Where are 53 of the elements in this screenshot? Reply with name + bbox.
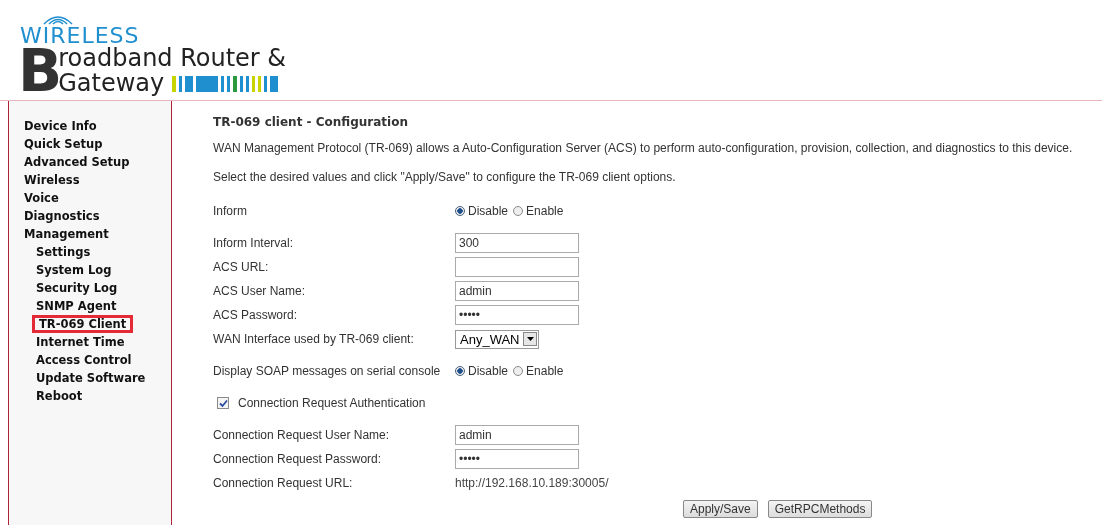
sidebar-item[interactable]: TR-069 Client (32, 315, 134, 333)
sidebar-item[interactable]: System Log (35, 261, 113, 279)
password-field[interactable]: ••••• (455, 449, 579, 469)
logo-subtitle-text: Gateway (58, 71, 165, 96)
field-label: Connection Request Password: (213, 452, 383, 466)
sidebar-item[interactable]: Settings (35, 243, 92, 261)
radio-button[interactable] (513, 366, 524, 376)
radio-button[interactable] (455, 366, 465, 376)
field-label: Inform (213, 204, 248, 218)
checkbox-label: Connection Request Authentication (238, 396, 426, 410)
radio-label: Disable (468, 364, 509, 378)
radio-label: Disable (468, 204, 509, 218)
sidebar-item[interactable]: Wireless (23, 171, 81, 189)
logo-initial: B (18, 46, 59, 96)
input-field[interactable]: 300 (455, 233, 579, 253)
checkbox[interactable] (217, 397, 229, 409)
sidebar-item[interactable]: Management (23, 225, 110, 243)
sidebar-item[interactable]: Security Log (35, 279, 119, 297)
input-field[interactable]: admin (455, 425, 579, 445)
radio-button[interactable] (455, 206, 465, 216)
radio-label: Enable (526, 204, 564, 218)
logo-wireless-text: WIRELESS (20, 26, 140, 46)
field-label: Connection Request URL: (213, 476, 354, 490)
logo-title-text: roadband Router & (58, 46, 287, 71)
radio-label: Enable (526, 364, 564, 378)
field-label: ACS Password: (213, 308, 299, 322)
action-button[interactable]: Apply/Save (683, 500, 758, 518)
sidebar-item[interactable]: Access Control (35, 351, 133, 369)
field-label: Connection Request User Name: (213, 428, 391, 442)
page-title: TR-069 client - Configuration (213, 115, 408, 129)
input-field[interactable] (455, 257, 579, 277)
sidebar-item[interactable]: Quick Setup (23, 135, 104, 153)
dropdown[interactable]: Any_WAN (455, 329, 540, 349)
sidebar-item[interactable]: Reboot (35, 387, 84, 405)
sidebar-item[interactable]: Internet Time (35, 333, 126, 351)
description-text: WAN Management Protocol (TR-069) allows a Auto-Configuration Server (ACS) to perform auto-configuration, provision, collection, and diagnostics to this device. (213, 140, 1073, 156)
sidebar-item[interactable]: Voice (23, 189, 60, 207)
url-text: http://192.168.10.189:30005/ (455, 476, 609, 490)
field-label: Display SOAP messages on serial console (213, 364, 442, 378)
radio-button[interactable] (513, 206, 524, 216)
field-label: Inform Interval: (213, 236, 295, 250)
input-field[interactable]: admin (455, 281, 579, 301)
sidebar-item[interactable]: Device Info (23, 117, 98, 135)
sidebar-item[interactable]: Diagnostics (23, 207, 101, 225)
sidebar-item[interactable]: Advanced Setup (23, 153, 131, 171)
description-text: Select the desired values and click "Apply/Save" to configure the TR-069 client options. (213, 169, 676, 185)
password-field[interactable]: ••••• (455, 305, 579, 325)
field-label: WAN Interface used by TR-069 client: (213, 332, 415, 346)
field-label: ACS User Name: (213, 284, 307, 298)
sidebar-item[interactable]: Update Software (35, 369, 147, 387)
action-button[interactable]: GetRPCMethods (767, 500, 873, 518)
field-label: ACS URL: (213, 260, 270, 274)
sidebar-item[interactable]: SNMP Agent (35, 297, 118, 315)
